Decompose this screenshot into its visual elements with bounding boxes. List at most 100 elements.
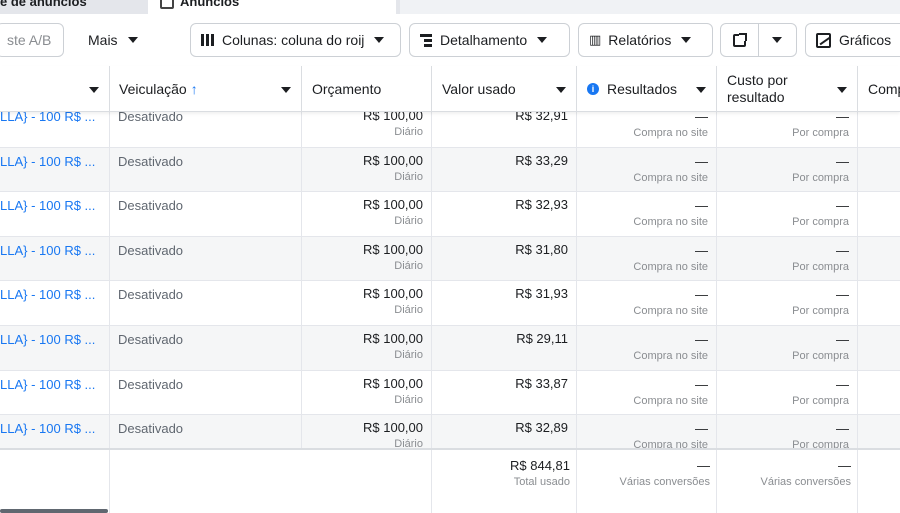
results-type: Compra no site	[633, 260, 708, 273]
cost-per-result-value: —	[836, 242, 849, 258]
cost-per-result-cell: — Por compra	[717, 325, 858, 370]
table-row[interactable]: LLA} - 100 R$ ... Desativado R$ 100,00 D…	[0, 192, 900, 237]
budget-cell[interactable]: R$ 100,00 Diário	[302, 370, 432, 415]
amount-spent-cell: R$ 32,93	[432, 192, 577, 236]
purchases-cell	[858, 326, 900, 370]
chevron-down-icon	[772, 37, 783, 43]
reports-button[interactable]: ▥ Relatórios	[578, 23, 713, 57]
column-header-delivery[interactable]: Veiculação ↑	[110, 66, 302, 112]
delivery-cell: Desativado	[110, 325, 302, 370]
column-header-label: Orçamento	[312, 81, 382, 97]
breakdown-label: Detalhamento	[440, 32, 528, 48]
total-spacer-cell	[110, 450, 432, 513]
budget-cell[interactable]: R$ 100,00 Diário	[302, 236, 432, 281]
table-row[interactable]: LLA} - 100 R$ ... Desativado R$ 100,00 D…	[0, 415, 900, 448]
breakdown-icon	[420, 33, 432, 47]
column-header-results[interactable]: i Resultados	[577, 66, 717, 112]
cost-per-result-type: Por compra	[792, 216, 849, 229]
chevron-down-icon[interactable]	[556, 87, 566, 93]
ad-name-link[interactable]: LLA} - 100 R$ ...	[0, 325, 110, 370]
purchases-cell	[858, 415, 900, 448]
tab-ads[interactable]: Anúncios	[148, 0, 396, 14]
amount-spent-cell: R$ 32,89	[432, 415, 577, 448]
column-header-name[interactable]	[0, 66, 110, 112]
budget-cell[interactable]: R$ 100,00 Diário	[302, 112, 432, 147]
cost-per-result-value: —	[836, 331, 849, 347]
amount-spent-value: R$ 31,93	[515, 286, 568, 302]
info-icon[interactable]: i	[587, 83, 599, 95]
export-button[interactable]	[721, 24, 759, 56]
horizontal-scrollbar[interactable]	[0, 509, 108, 513]
ad-name-link[interactable]: LLA} - 100 R$ ...	[0, 415, 110, 448]
ad-name[interactable]: LLA} - 100 R$ ...	[0, 377, 95, 392]
budget-cell[interactable]: R$ 100,00 Diário	[302, 192, 432, 236]
budget-cell[interactable]: R$ 100,00 Diário	[302, 147, 432, 192]
delivery-cell: Desativado	[110, 370, 302, 415]
delivery-status: Desativado	[118, 331, 184, 347]
column-header-label: Veiculação	[119, 81, 187, 97]
cost-per-result-type: Por compra	[792, 171, 849, 184]
ad-name[interactable]: LLA} - 100 R$ ...	[0, 198, 95, 213]
charts-button[interactable]: Gráficos	[805, 23, 900, 57]
table-row[interactable]: LLA} - 100 R$ ... Desativado R$ 100,00 D…	[0, 370, 900, 416]
cost-per-result-value: —	[836, 376, 849, 392]
table-row[interactable]: LLA} - 100 R$ ... Desativado R$ 100,00 D…	[0, 147, 900, 193]
breakdown-button[interactable]: Detalhamento	[409, 23, 570, 57]
column-header-purchases[interactable]: Comp	[858, 66, 900, 112]
table-footer-totals: R$ 844,81 Total usado — Várias conversõe…	[0, 448, 900, 513]
table-rows: LLA} - 100 R$ ... Desativado R$ 100,00 D…	[0, 112, 900, 448]
ad-name-link[interactable]: LLA} - 100 R$ ...	[0, 112, 110, 147]
budget-value: R$ 100,00	[363, 197, 423, 213]
budget-cell[interactable]: R$ 100,00 Diário	[302, 415, 432, 448]
budget-cell[interactable]: R$ 100,00 Diário	[302, 281, 432, 325]
ad-name[interactable]: LLA} - 100 R$ ...	[0, 421, 95, 436]
ad-name[interactable]: LLA} - 100 R$ ...	[0, 154, 95, 169]
ab-test-button[interactable]: ste A/B	[0, 23, 64, 57]
ad-name-link[interactable]: LLA} - 100 R$ ...	[0, 147, 110, 192]
ad-name[interactable]: LLA} - 100 R$ ...	[0, 112, 95, 124]
purchases-cell	[858, 371, 900, 415]
budget-value: R$ 100,00	[363, 112, 423, 123]
chevron-down-icon[interactable]	[837, 87, 847, 93]
ad-name[interactable]: LLA} - 100 R$ ...	[0, 287, 95, 302]
chevron-down-icon[interactable]	[89, 87, 99, 93]
results-cell: — Compra no site	[577, 281, 717, 325]
amount-spent-value: R$ 33,87	[515, 375, 568, 391]
tab-ad-sets[interactable]: e de anúncios	[0, 0, 140, 14]
cost-per-result-cell: — Por compra	[717, 370, 858, 415]
budget-type: Diário	[394, 215, 423, 228]
delivery-status: Desativado	[118, 242, 184, 258]
results-type: Compra no site	[633, 171, 708, 184]
column-header-amount-spent[interactable]: Valor usado	[432, 66, 577, 112]
columns-button[interactable]: Colunas: coluna do roij	[190, 23, 401, 57]
budget-type: Diário	[394, 304, 423, 317]
results-value: —	[695, 112, 708, 124]
export-dropdown-button[interactable]	[759, 24, 797, 56]
chevron-down-icon[interactable]	[696, 87, 706, 93]
ad-name-link[interactable]: LLA} - 100 R$ ...	[0, 281, 110, 325]
ad-name[interactable]: LLA} - 100 R$ ...	[0, 243, 95, 258]
ad-name[interactable]: LLA} - 100 R$ ...	[0, 332, 95, 347]
cost-per-result-cell: — Por compra	[717, 281, 858, 325]
results-type: Compra no site	[633, 349, 708, 362]
cost-per-result-type: Por compra	[792, 260, 849, 273]
column-header-budget[interactable]: Orçamento	[302, 66, 432, 112]
table-row[interactable]: LLA} - 100 R$ ... Desativado R$ 100,00 D…	[0, 236, 900, 282]
table-row[interactable]: LLA} - 100 R$ ... Desativado R$ 100,00 D…	[0, 325, 900, 371]
amount-spent-cell: R$ 31,80	[432, 236, 577, 281]
ad-name-link[interactable]: LLA} - 100 R$ ...	[0, 192, 110, 236]
table-row[interactable]: LLA} - 100 R$ ... Desativado R$ 100,00 D…	[0, 112, 900, 148]
column-header-cost-per-result[interactable]: Custo por resultado	[717, 66, 858, 112]
table-row[interactable]: LLA} - 100 R$ ... Desativado R$ 100,00 D…	[0, 281, 900, 326]
budget-cell[interactable]: R$ 100,00 Diário	[302, 325, 432, 370]
total-cost-value: —	[838, 458, 851, 473]
total-results-cell: — Várias conversões	[577, 450, 717, 513]
total-spent-value: R$ 844,81	[510, 458, 570, 473]
ad-name-link[interactable]: LLA} - 100 R$ ...	[0, 370, 110, 415]
chevron-down-icon[interactable]	[281, 87, 291, 93]
ad-name-link[interactable]: LLA} - 100 R$ ...	[0, 236, 110, 281]
amount-spent-cell: R$ 29,11	[432, 325, 577, 370]
total-spent-cell: R$ 844,81 Total usado	[432, 450, 577, 513]
delivery-status: Desativado	[118, 153, 184, 169]
more-button[interactable]: Mais	[78, 23, 148, 57]
